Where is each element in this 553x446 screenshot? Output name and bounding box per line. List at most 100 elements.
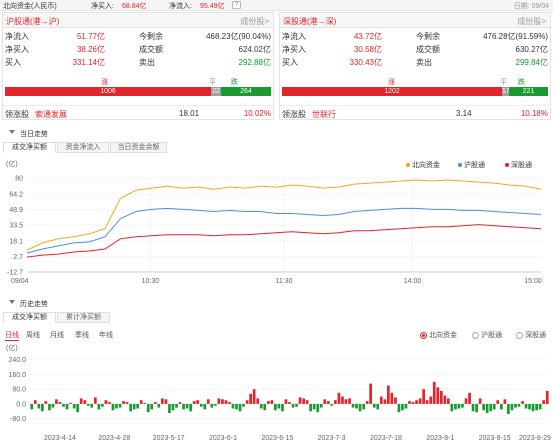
bar (136, 403, 139, 409)
bar (139, 400, 143, 404)
bar (545, 391, 549, 404)
bar (175, 403, 178, 408)
bar (432, 381, 436, 404)
radio-empty-icon (472, 331, 479, 339)
help-icon[interactable]: ? (232, 1, 241, 9)
bar (500, 403, 503, 410)
bar (348, 398, 351, 404)
bar (132, 403, 136, 410)
bar (358, 403, 362, 412)
sz-net-inflow-label: 净流入 (282, 32, 306, 41)
sh-remaining-label: 今剩余 (139, 32, 163, 41)
sz-panel-title[interactable]: 深股通(港→深) (283, 16, 336, 27)
history-section-header[interactable]: 历史走势 (0, 297, 553, 309)
tab-hist-cumulative[interactable]: 累计净买额 (57, 312, 110, 323)
bar (436, 387, 440, 404)
tab-net-inflow[interactable]: 资金净流入 (57, 142, 109, 153)
bar (249, 393, 252, 404)
sh-leader-name[interactable]: 索通发展 (35, 109, 67, 120)
bar (270, 400, 274, 404)
bar (228, 402, 231, 404)
bar (376, 403, 380, 410)
bar (44, 401, 48, 404)
bar (517, 403, 521, 407)
bar (150, 403, 154, 410)
bar (104, 400, 108, 404)
sz-remaining-label: 今剩余 (416, 32, 440, 41)
sz-up-label: 涨 (388, 79, 395, 86)
bar (344, 399, 348, 404)
sh-leader-price: 18.01 (179, 109, 200, 118)
sh-constituents-link[interactable]: 成份股> (240, 16, 269, 27)
sz-leader-name[interactable]: 世联行 (312, 109, 336, 120)
bar (422, 389, 425, 404)
bar (489, 403, 493, 412)
bar (415, 400, 418, 404)
sh-buy-label: 买入 (5, 58, 21, 67)
bar (408, 401, 411, 404)
bar (468, 392, 471, 404)
y-tick-label: 240.0 (8, 357, 26, 364)
bar (355, 403, 358, 409)
bar (245, 400, 249, 404)
bar (231, 403, 235, 409)
bar (411, 402, 415, 404)
bar (178, 402, 182, 404)
period-quarter[interactable]: 季线 (75, 330, 89, 340)
sz-constituents-link[interactable]: 成份股> (517, 16, 546, 27)
x-tick-label: 2023-6-15 (261, 435, 293, 442)
sz-flat-count: 17 (502, 87, 510, 96)
bar (284, 399, 288, 404)
radio-sh[interactable]: 沪股通 (472, 330, 502, 340)
sz-down-count: 221 (509, 87, 548, 96)
bar (83, 400, 87, 404)
bar (394, 397, 397, 404)
bar (217, 398, 221, 404)
sz-leader-price: 3.14 (456, 109, 472, 118)
bar (58, 402, 62, 404)
bar (454, 403, 457, 410)
bar (146, 403, 150, 413)
sh-leader-label: 领涨股 (5, 110, 29, 119)
bar (185, 403, 189, 409)
bar (69, 403, 72, 404)
intraday-line-chart: 80 64.2 48.9 33.5 18.1 2.7 -12.709/04 10:30 11:3… (7, 176, 542, 286)
bar (281, 403, 284, 412)
sh-up-label: 涨 (101, 79, 108, 86)
radio-sz[interactable]: 深股通 (516, 330, 546, 340)
bar (263, 403, 267, 411)
bar (72, 403, 76, 409)
bar (94, 397, 97, 404)
sh-flat-count: 22 (211, 87, 221, 96)
history-section-title: 历史走势 (20, 301, 48, 308)
collapse-icon[interactable] (9, 300, 15, 304)
bar (199, 403, 203, 407)
period-month[interactable]: 月线 (50, 330, 64, 340)
period-day[interactable]: 日线 (5, 330, 19, 341)
bar (461, 403, 464, 408)
bar (161, 398, 164, 404)
tab-balance[interactable]: 当日资金余额 (110, 142, 167, 153)
intraday-section-header[interactable]: 当日走势 (0, 127, 553, 139)
collapse-icon[interactable] (9, 130, 15, 134)
period-week[interactable]: 周线 (26, 330, 40, 340)
bar (337, 392, 341, 404)
bar (542, 400, 545, 404)
y-tick-label: 64.2 (9, 192, 23, 199)
tab-net-buy[interactable]: 成交净买额 (3, 142, 56, 153)
tab-hist-net-buy[interactable]: 成交净买额 (3, 312, 56, 323)
bar (443, 395, 447, 404)
sz-buy-label: 买入 (282, 58, 298, 67)
bar (129, 403, 132, 412)
radio-north[interactable]: 北向资金 (420, 330, 457, 340)
bar (471, 403, 475, 412)
bar (450, 403, 454, 412)
period-year[interactable]: 年线 (99, 330, 113, 340)
bar (524, 403, 528, 409)
net-buy-label: 净买入: (91, 3, 114, 10)
bar (521, 401, 524, 404)
sh-panel-title[interactable]: 沪股通(港→沪) (6, 16, 59, 27)
bar (464, 398, 468, 404)
y-tick-label: 0.0 (16, 401, 26, 408)
date-label: 日期: 09/04 (513, 3, 549, 10)
